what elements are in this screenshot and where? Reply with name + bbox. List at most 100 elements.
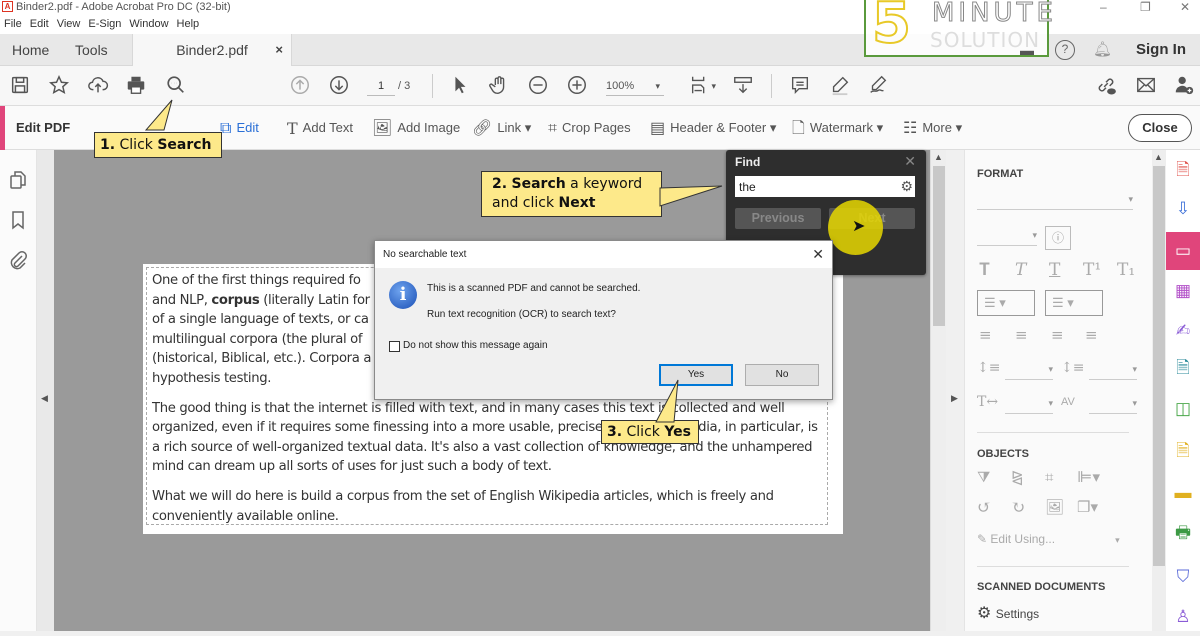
minimize-button[interactable]: – bbox=[1100, 0, 1107, 14]
add-image-tool[interactable]: 🖼︎ Add Image bbox=[372, 106, 460, 151]
flip-vertical-icon[interactable]: ⧩ bbox=[977, 468, 990, 486]
menu-help[interactable]: Help bbox=[173, 16, 204, 32]
select-arrow-icon[interactable] bbox=[448, 74, 472, 98]
collapse-right-icon[interactable]: ▶ bbox=[951, 393, 958, 404]
protect-icon[interactable]: ⛉ bbox=[1166, 558, 1200, 596]
page-fit-icon[interactable]: ▾ bbox=[684, 74, 716, 98]
rotate-cw-icon[interactable]: ↻ bbox=[1011, 498, 1025, 518]
send-for-review-icon[interactable]: 🗎︎ bbox=[1166, 350, 1200, 388]
crop-pages-tool[interactable]: ⌗ Crop Pages bbox=[548, 106, 631, 151]
no-button[interactable]: No bbox=[745, 364, 819, 386]
highlight-icon[interactable] bbox=[828, 74, 852, 98]
zoom-in-icon[interactable] bbox=[565, 74, 589, 98]
comment-icon[interactable]: ▬ bbox=[1166, 474, 1200, 512]
arrange-icon[interactable]: ❐▾ bbox=[1077, 498, 1098, 516]
crop-object-icon[interactable]: ⌗ bbox=[1045, 468, 1053, 486]
zoom-out-icon[interactable] bbox=[526, 74, 550, 98]
align-objects-icon[interactable]: ⊫▾ bbox=[1077, 468, 1100, 486]
panel-scrollbar[interactable]: ▲ bbox=[1152, 150, 1166, 631]
menu-file[interactable]: File bbox=[0, 16, 26, 32]
character-spacing-icon[interactable]: AV bbox=[1061, 396, 1075, 408]
paragraph-spacing-icon[interactable]: ↕≡ bbox=[1061, 360, 1084, 376]
subscript-icon[interactable]: T₁ bbox=[1117, 260, 1135, 280]
comment-doc-icon[interactable]: 🗎︎ bbox=[1166, 433, 1200, 471]
header-footer-tool[interactable]: ▤ Header & Footer ▾ bbox=[650, 106, 776, 151]
align-right-icon[interactable]: ≡ bbox=[1051, 326, 1064, 344]
page-down-icon[interactable] bbox=[327, 74, 351, 98]
scroll-mode-icon[interactable] bbox=[731, 74, 755, 98]
flip-horizontal-icon[interactable]: ⧎ bbox=[1011, 468, 1024, 486]
close-tab-icon[interactable]: × bbox=[275, 34, 283, 66]
do-not-show-label[interactable]: Do not show this message again bbox=[403, 340, 548, 351]
link-tool[interactable]: 🔗︎ Link ▾ bbox=[472, 106, 531, 151]
share-link-icon[interactable] bbox=[1094, 74, 1118, 98]
current-page-input[interactable]: 1 bbox=[367, 78, 395, 96]
chat-icon[interactable]: ▬ bbox=[1020, 42, 1034, 58]
right-pane-collapse[interactable]: ▶ bbox=[946, 150, 964, 631]
do-not-show-checkbox[interactable] bbox=[389, 341, 400, 352]
pages-icon[interactable] bbox=[8, 170, 28, 190]
document-scrollbar[interactable]: ▲ bbox=[930, 150, 946, 631]
bold-text-icon[interactable]: 𝐓 bbox=[979, 260, 990, 280]
attachment-icon[interactable] bbox=[8, 250, 28, 270]
save-icon[interactable] bbox=[8, 74, 32, 98]
bullet-list-dropdown[interactable]: ☰ ▾ bbox=[977, 290, 1035, 316]
hand-icon[interactable] bbox=[487, 74, 511, 98]
panel-scrollbar-thumb[interactable] bbox=[1153, 166, 1165, 566]
tab-document[interactable]: Binder2.pdf × bbox=[132, 34, 292, 66]
create-pdf-icon[interactable]: 🗎︎ bbox=[1166, 152, 1200, 190]
scroll-up-icon[interactable]: ▲ bbox=[1154, 152, 1163, 162]
paragraph-spacing-dropdown[interactable]: ▾ bbox=[1089, 364, 1137, 380]
sign-in-button[interactable]: Sign In bbox=[1136, 34, 1186, 66]
bookmark-star-icon[interactable] bbox=[47, 74, 71, 98]
horizontal-scale-icon[interactable]: T↔ bbox=[977, 394, 998, 410]
zoom-level-dropdown[interactable]: 100% ▾ bbox=[606, 78, 664, 96]
scrollbar-thumb[interactable] bbox=[933, 166, 945, 326]
font-family-dropdown[interactable]: ▾ bbox=[977, 194, 1133, 210]
horizontal-scale-dropdown[interactable]: ▾ bbox=[1005, 398, 1053, 414]
collapse-left-icon[interactable]: ◀ bbox=[41, 393, 48, 404]
bookmark-icon[interactable] bbox=[8, 210, 28, 230]
print-icon[interactable] bbox=[124, 74, 148, 98]
find-previous-button[interactable]: Previous bbox=[735, 208, 821, 229]
comment-icon[interactable] bbox=[788, 74, 812, 98]
menu-view[interactable]: View bbox=[53, 16, 85, 32]
dialog-close-icon[interactable]: ✕ bbox=[812, 241, 824, 267]
menu-edit[interactable]: Edit bbox=[26, 16, 53, 32]
tab-tools[interactable]: Tools bbox=[75, 34, 108, 66]
edit-pdf-icon[interactable]: ▭ bbox=[1166, 232, 1200, 270]
close-window-button[interactable]: ✕ bbox=[1180, 0, 1190, 14]
compare-icon[interactable]: ◫ bbox=[1166, 390, 1200, 428]
notifications-bell-icon[interactable]: 🔔︎ bbox=[1093, 40, 1112, 58]
font-size-dropdown[interactable]: ▾ bbox=[977, 230, 1037, 246]
close-edit-button[interactable]: Close bbox=[1128, 114, 1192, 142]
font-help-icon[interactable]: ⓘ bbox=[1045, 226, 1071, 250]
watermark-tool[interactable]: 🗋︎ Watermark ▾ bbox=[792, 106, 883, 151]
align-justify-icon[interactable]: ≡ bbox=[1085, 326, 1098, 344]
tab-home[interactable]: Home bbox=[12, 34, 49, 66]
find-input[interactable] bbox=[735, 176, 915, 197]
restore-button[interactable]: ❐ bbox=[1140, 0, 1151, 14]
fill-sign-icon[interactable]: ✍︎ bbox=[1166, 312, 1200, 350]
cloud-upload-icon[interactable] bbox=[86, 74, 110, 98]
page-up-icon[interactable] bbox=[288, 74, 312, 98]
left-pane-collapse[interactable]: ◀ bbox=[37, 150, 54, 631]
character-spacing-dropdown[interactable]: ▾ bbox=[1089, 398, 1137, 414]
underline-text-icon[interactable]: T bbox=[1049, 260, 1060, 280]
scanned-settings-button[interactable]: ⚙ Settings bbox=[977, 603, 1039, 623]
scan-icon[interactable]: 🖶︎ bbox=[1166, 515, 1200, 553]
export-pdf-icon[interactable]: ⇩ bbox=[1166, 190, 1200, 228]
rotate-ccw-icon[interactable]: ↺ bbox=[977, 498, 991, 518]
edit-using-dropdown[interactable]: ✎ Edit Using... ▾ bbox=[977, 532, 1120, 546]
menu-window[interactable]: Window bbox=[125, 16, 172, 32]
add-user-icon[interactable] bbox=[1172, 74, 1196, 98]
organize-pages-icon[interactable]: ▦ bbox=[1166, 272, 1200, 310]
menu-esign[interactable]: E-Sign bbox=[84, 16, 125, 32]
sign-icon[interactable] bbox=[866, 74, 890, 98]
more-tool[interactable]: ☷ More ▾ bbox=[903, 106, 962, 151]
scroll-up-icon[interactable]: ▲ bbox=[934, 152, 943, 162]
edit-tool[interactable]: ⧉ Edit bbox=[220, 106, 259, 151]
line-spacing-icon[interactable]: ↕≡ bbox=[977, 360, 1000, 376]
align-center-icon[interactable]: ≡ bbox=[1015, 326, 1028, 344]
stamp-icon[interactable]: ♙ bbox=[1166, 598, 1200, 636]
